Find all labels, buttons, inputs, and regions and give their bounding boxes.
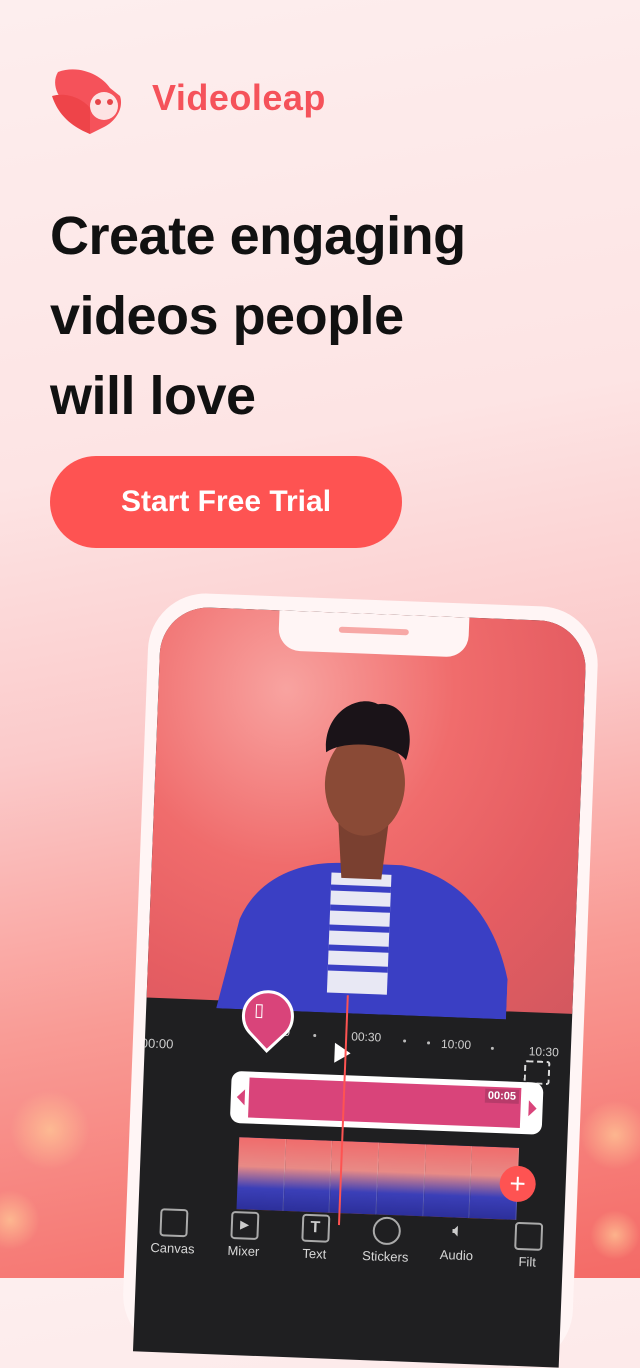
video-frame-thumbnail: [236, 1137, 286, 1211]
brand-logo[interactable]: Videoleap: [50, 62, 326, 134]
tool-label: Canvas: [150, 1239, 195, 1257]
selected-clip[interactable]: 00:05: [229, 1070, 544, 1135]
tool-label: Mixer: [227, 1242, 260, 1260]
ruler-dot: [403, 1039, 407, 1043]
start-time: 00:00: [140, 1035, 174, 1052]
phone-mockup: 00:00 0 00:30 10:00 10:30 ▯ 00:05: [120, 591, 600, 1368]
filters-icon: [513, 1221, 543, 1251]
ruler-dot: [490, 1046, 494, 1050]
tool-filters[interactable]: Filt: [491, 1221, 564, 1271]
canvas-icon: [158, 1208, 188, 1238]
video-frame-thumbnail: [329, 1140, 380, 1215]
start-free-trial-button[interactable]: Start Free Trial: [50, 456, 402, 548]
headline-line: Create engaging: [50, 206, 466, 266]
tool-label: Text: [302, 1245, 327, 1262]
stickers-icon: [371, 1216, 401, 1246]
phone-notch: [277, 610, 470, 658]
ruler-dot: [426, 1041, 431, 1045]
ruler-label: 10:00: [440, 1036, 472, 1053]
ruler-label: 10:30: [528, 1044, 560, 1060]
video-frame-thumbnail: [376, 1142, 426, 1217]
headline-line: will love: [50, 366, 256, 426]
video-frame-thumbnail: [423, 1144, 473, 1219]
bokeh-light: [0, 1190, 40, 1250]
video-frame-thumbnail: [283, 1138, 333, 1213]
bokeh-light: [580, 1100, 640, 1170]
audio-icon: 🔈︎: [452, 1222, 463, 1240]
ruler-label: 00:30: [350, 1029, 382, 1045]
brand-name: Videoleap: [152, 77, 326, 118]
headline-line: videos people: [50, 286, 404, 346]
tool-label: Stickers: [361, 1247, 409, 1265]
trim-left-handle[interactable]: [236, 1089, 246, 1106]
ruler-dot: [313, 1033, 317, 1038]
tool-label: Audio: [439, 1246, 474, 1264]
text-icon: T: [300, 1213, 330, 1243]
clip-body: [248, 1077, 522, 1128]
tool-text[interactable]: T Text: [279, 1213, 352, 1263]
tool-mixer[interactable]: ▸ Mixer: [208, 1210, 281, 1260]
preview-photo: [146, 605, 588, 1020]
person-figure: [216, 701, 508, 1020]
tool-audio[interactable]: 🔈︎ Audio: [420, 1218, 493, 1268]
headline: Create engaging videos people will love: [50, 196, 466, 436]
bokeh-light: [10, 1090, 90, 1170]
clip-duration: 00:05: [484, 1088, 520, 1104]
tool-label: Filt: [518, 1254, 537, 1270]
tool-canvas[interactable]: Canvas: [137, 1207, 210, 1257]
phone-screen: 00:00 0 00:30 10:00 10:30 ▯ 00:05: [132, 605, 588, 1368]
video-track[interactable]: [236, 1137, 520, 1220]
play-icon[interactable]: [334, 1042, 351, 1064]
add-clip-button[interactable]: +: [499, 1165, 537, 1203]
tool-stickers[interactable]: Stickers: [350, 1216, 423, 1266]
bokeh-light: [590, 1210, 640, 1260]
fox-logo-icon: [52, 69, 122, 134]
mixer-icon: ▸: [229, 1210, 259, 1240]
sticker-frame-icon: ▯: [253, 999, 265, 1021]
speaker-grille: [338, 626, 409, 636]
trim-right-handle[interactable]: [528, 1100, 537, 1117]
